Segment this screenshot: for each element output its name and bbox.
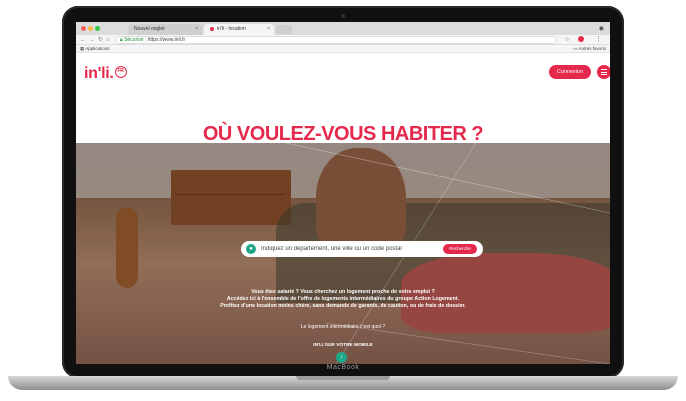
hero-section: ● Recherche Vous êtes salarié ? Vous che…: [76, 143, 610, 364]
address-bar[interactable]: 🔒︎ Sécurisé | https://www.inli.fr: [116, 36, 556, 44]
connexion-button[interactable]: Connexion: [549, 65, 591, 79]
location-pin-icon: ●: [246, 244, 256, 254]
back-icon[interactable]: ←: [80, 36, 86, 44]
nav-bar: ← → ↻ ⌂ 🔒︎ Sécurisé | https://www.inli.f…: [76, 35, 610, 45]
intermediate-housing-link[interactable]: Le logement intermédiaire c'est quoi ?: [76, 324, 610, 330]
reload-icon[interactable]: ↻: [98, 36, 103, 44]
close-tab-icon[interactable]: ×: [267, 24, 270, 35]
hamburger-menu-icon[interactable]: [597, 65, 610, 79]
bookmark-apps[interactable]: ▦ Applications: [80, 45, 110, 53]
favicon: [210, 26, 214, 31]
camera: [341, 14, 345, 18]
new-tab-button[interactable]: [276, 25, 292, 34]
laptop-lid: Nouvel onglet × in'li - location d'appar…: [62, 6, 624, 378]
bookmark-other[interactable]: ▭ Autres favoris: [573, 45, 606, 53]
laptop-base: [8, 376, 678, 390]
search-bar: ● Recherche: [241, 241, 483, 257]
minimize-window-button[interactable]: [88, 26, 93, 31]
description-line: Accédez ici à l'ensemble de l'offre de l…: [226, 296, 460, 302]
bookmark-other-label: Autres favoris: [578, 46, 606, 51]
tab-bar: Nouvel onglet × in'li - location d'appar…: [76, 22, 610, 43]
scroll-down-icon[interactable]: ↓: [336, 352, 347, 363]
lock-icon: 🔒︎: [120, 37, 123, 43]
extension-icon[interactable]: [578, 36, 584, 42]
bookmark-apps-label: Applications: [85, 46, 110, 51]
url-text: https://www.inli.fr: [147, 37, 186, 43]
mobile-app-label: IN'LI SUR VOTRE MOBILE: [313, 343, 373, 348]
tab-new-tab[interactable]: Nouvel onglet ×: [128, 24, 202, 35]
hero-description: Vous êtes salarié ? Vous cherchez un log…: [176, 289, 510, 310]
tab-inli[interactable]: in'li - location d'appartement ×: [204, 24, 274, 43]
secure-label: Sécurisé: [124, 37, 144, 43]
description-line: Vous êtes salarié ? Vous cherchez un log…: [251, 289, 435, 295]
home-icon[interactable]: ⌂: [106, 36, 110, 44]
description-line: Profitez d'une location moins chère, san…: [220, 303, 466, 309]
laptop-mockup: Nouvel onglet × in'li - location d'appar…: [0, 0, 686, 401]
search-button[interactable]: Recherche: [443, 244, 477, 254]
bookmarks-bar: ▦ Applications ▭ Autres favoris: [76, 45, 610, 53]
maximize-window-button[interactable]: [95, 26, 100, 31]
browser-window: Nouvel onglet × in'li - location d'appar…: [76, 22, 610, 364]
profile-icon[interactable]: ◉: [599, 25, 604, 32]
close-window-button[interactable]: [81, 26, 86, 31]
device-brand: MacBook: [326, 364, 360, 371]
close-tab-icon[interactable]: ×: [195, 24, 198, 35]
tab-label: Nouvel onglet: [134, 26, 165, 32]
logo-badge: FR: [114, 66, 127, 78]
browser-menu-icon[interactable]: ⋮: [595, 35, 602, 43]
laptop-notch: [296, 376, 390, 380]
search-input[interactable]: [261, 241, 431, 257]
logo-text: in'li.: [84, 65, 114, 82]
bookmark-star-icon[interactable]: ☆: [565, 36, 570, 43]
web-page: in'li. FR Connexion OÙ VOULEZ-VOUS HABITE…: [76, 53, 610, 364]
inli-logo[interactable]: in'li. FR: [84, 65, 127, 83]
forward-icon[interactable]: →: [89, 36, 95, 44]
